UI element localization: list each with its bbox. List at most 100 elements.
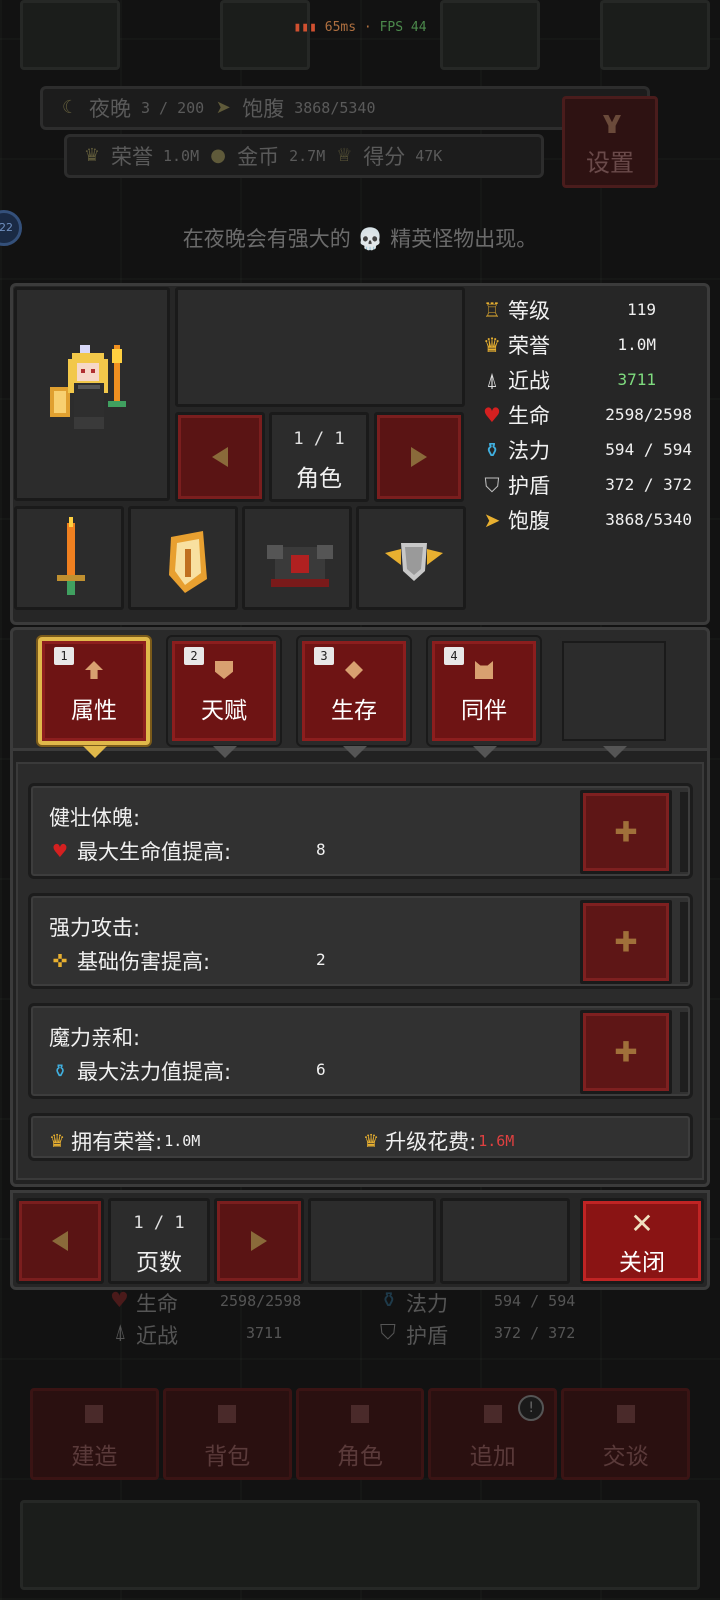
currency-bar: ♛ 荣誉 1.0M ● 金币 2.7M ♕ 得分 47K <box>64 134 544 178</box>
tab-attributes[interactable]: 1 属性 <box>38 637 150 745</box>
upgrade-button[interactable]: ✚ <box>580 900 672 984</box>
nav-label: 角色 <box>336 1444 383 1470</box>
stat-label: 生命 <box>508 403 550 428</box>
character-next-button[interactable] <box>374 412 464 502</box>
honor-summary: ♛ 拥有荣誉: 1.0M ♛ 升级花费: 1.6M <box>28 1113 693 1161</box>
character-prev-button[interactable] <box>175 412 265 502</box>
moon-icon: ☾ <box>61 97 79 118</box>
stat-label: 等级 <box>508 298 550 323</box>
accessory-slot[interactable] <box>356 506 466 610</box>
stat-label: 饱腹 <box>508 508 550 533</box>
close-label: 关闭 <box>619 1250 665 1276</box>
build-button[interactable]: 建造 <box>30 1388 159 1480</box>
stats-list: ♖ 等级 119 ♛ 荣誉 1.0M ⍋ 近战 3711 ♥ 生命 2598/2… <box>480 292 700 537</box>
stat-row: ⛉ 护盾 372 / 372 <box>480 467 700 502</box>
hero-sprite <box>50 345 126 429</box>
stat-label: 法力 <box>508 438 550 463</box>
ping-readout: 65ms <box>324 20 357 35</box>
attribute-effect-label: 最大生命值提高: <box>77 840 232 864</box>
tab-companions[interactable]: 4 同伴 <box>428 637 540 745</box>
elite-notice: 在夜晚会有强大的 💀 精英怪物出现。 <box>182 227 538 251</box>
attribute-row: 魔力亲和: ⚱ 最大法力值提高: 6 ✚ <box>28 1003 693 1099</box>
coin-icon: ● <box>210 145 226 166</box>
bg-hp-label: 生命 <box>136 1292 178 1316</box>
stat-label: 护盾 <box>508 473 550 498</box>
tab-label: 同伴 <box>461 698 507 724</box>
tab-indicator <box>473 746 497 758</box>
stat-value: 372 / 372 <box>605 475 692 494</box>
winged-shield-icon <box>385 543 443 581</box>
score-value: 47K <box>415 147 443 165</box>
stat-value: 119 <box>627 300 656 319</box>
weapon-slot[interactable] <box>14 506 124 610</box>
background-tile <box>220 0 310 70</box>
crown-icon: ♛ <box>363 1130 380 1152</box>
nav-label: 背包 <box>204 1444 251 1470</box>
stat-value: 3711 <box>617 370 656 389</box>
page-next-button[interactable] <box>214 1198 304 1284</box>
stat-row: ♖ 等级 119 <box>480 292 700 327</box>
stat-value: 3868/5340 <box>605 510 692 529</box>
talk-button[interactable]: 交谈 <box>561 1388 690 1480</box>
sword-icon <box>57 517 85 595</box>
bottom-nav: 建造 背包 角色 追加 ! 交谈 <box>30 1388 690 1480</box>
hotkey-badge: 1 <box>54 647 74 665</box>
close-button[interactable]: ✕ 关闭 <box>580 1198 704 1284</box>
tab-talents[interactable]: 2 天赋 <box>168 637 280 745</box>
tab-indicator <box>213 746 237 758</box>
empty-slot <box>308 1198 436 1284</box>
tab-indicator <box>343 746 367 758</box>
plus-icon: ✚ <box>614 925 638 959</box>
attribute-name: 健壮体魄: <box>49 806 141 830</box>
extra-button[interactable]: 追加 ! <box>428 1388 558 1480</box>
honor-label: 荣誉 <box>111 145 153 169</box>
shield-icon: ⛉ <box>484 472 500 497</box>
upgrade-button[interactable]: ✚ <box>580 1010 672 1094</box>
crown-icon: ♛ <box>49 1130 66 1152</box>
arrow-right-icon <box>251 1231 267 1251</box>
row-endcap <box>680 1012 688 1092</box>
heart-icon: ♥ <box>483 402 501 427</box>
crown-icon: ♛ <box>83 145 101 166</box>
upgrade-cost-label: 升级花费: <box>385 1130 477 1154</box>
stat-label: 近战 <box>508 368 550 393</box>
hotkey-badge: 4 <box>444 647 464 665</box>
nav-label: 追加 <box>469 1444 516 1470</box>
attribute-name: 强力攻击: <box>49 916 141 940</box>
tab-empty[interactable] <box>558 637 670 745</box>
settings-button[interactable]: 设置 <box>562 96 658 188</box>
owned-honor-value: 1.0M <box>164 1132 201 1150</box>
status-bar: ▮▮▮ 65ms · FPS 44 <box>293 20 427 35</box>
wrench-icon <box>603 115 621 133</box>
armor-slot[interactable] <box>242 506 352 610</box>
nav-label: 交谈 <box>602 1444 649 1470</box>
character-button[interactable]: 角色 <box>295 1388 425 1480</box>
companion-icon <box>475 661 493 679</box>
equipment-preview-slot <box>175 287 465 407</box>
tab-label: 天赋 <box>201 698 247 724</box>
satiety-value: 3868/5340 <box>294 99 376 117</box>
empty-slot <box>440 1198 570 1284</box>
bg-shield-value: 372 / 372 <box>494 1324 576 1342</box>
score-label: 得分 <box>363 145 406 169</box>
stat-value: 594 / 594 <box>605 440 692 459</box>
offhand-slot[interactable] <box>128 506 238 610</box>
background-tile <box>440 0 540 70</box>
backpack-icon <box>218 1405 237 1423</box>
page-prev-button[interactable] <box>16 1198 104 1284</box>
tab-survival[interactable]: 3 生存 <box>298 637 410 745</box>
night-label: 夜晚 <box>89 97 131 121</box>
attribute-row: 强力攻击: ✜ 基础伤害提高: 2 ✚ <box>28 893 693 989</box>
backpack-button[interactable]: 背包 <box>162 1388 292 1480</box>
background-stat-row: ⍋ 近战 3711 ⛉ 护盾 372 / 372 <box>110 1320 630 1352</box>
armor-icon <box>267 545 333 587</box>
heart-icon: ♥ <box>51 840 69 862</box>
tab-indicator <box>83 746 107 758</box>
character-pager: 1 / 1 角色 <box>269 412 369 502</box>
crown-icon: ♛ <box>483 332 501 357</box>
fps-readout: FPS 44 <box>379 20 427 35</box>
upgrade-button[interactable]: ✚ <box>580 790 672 874</box>
attribute-amount: 6 <box>316 1060 326 1079</box>
bg-shield-label: 护盾 <box>406 1324 448 1348</box>
gold-label: 金币 <box>237 145 280 169</box>
